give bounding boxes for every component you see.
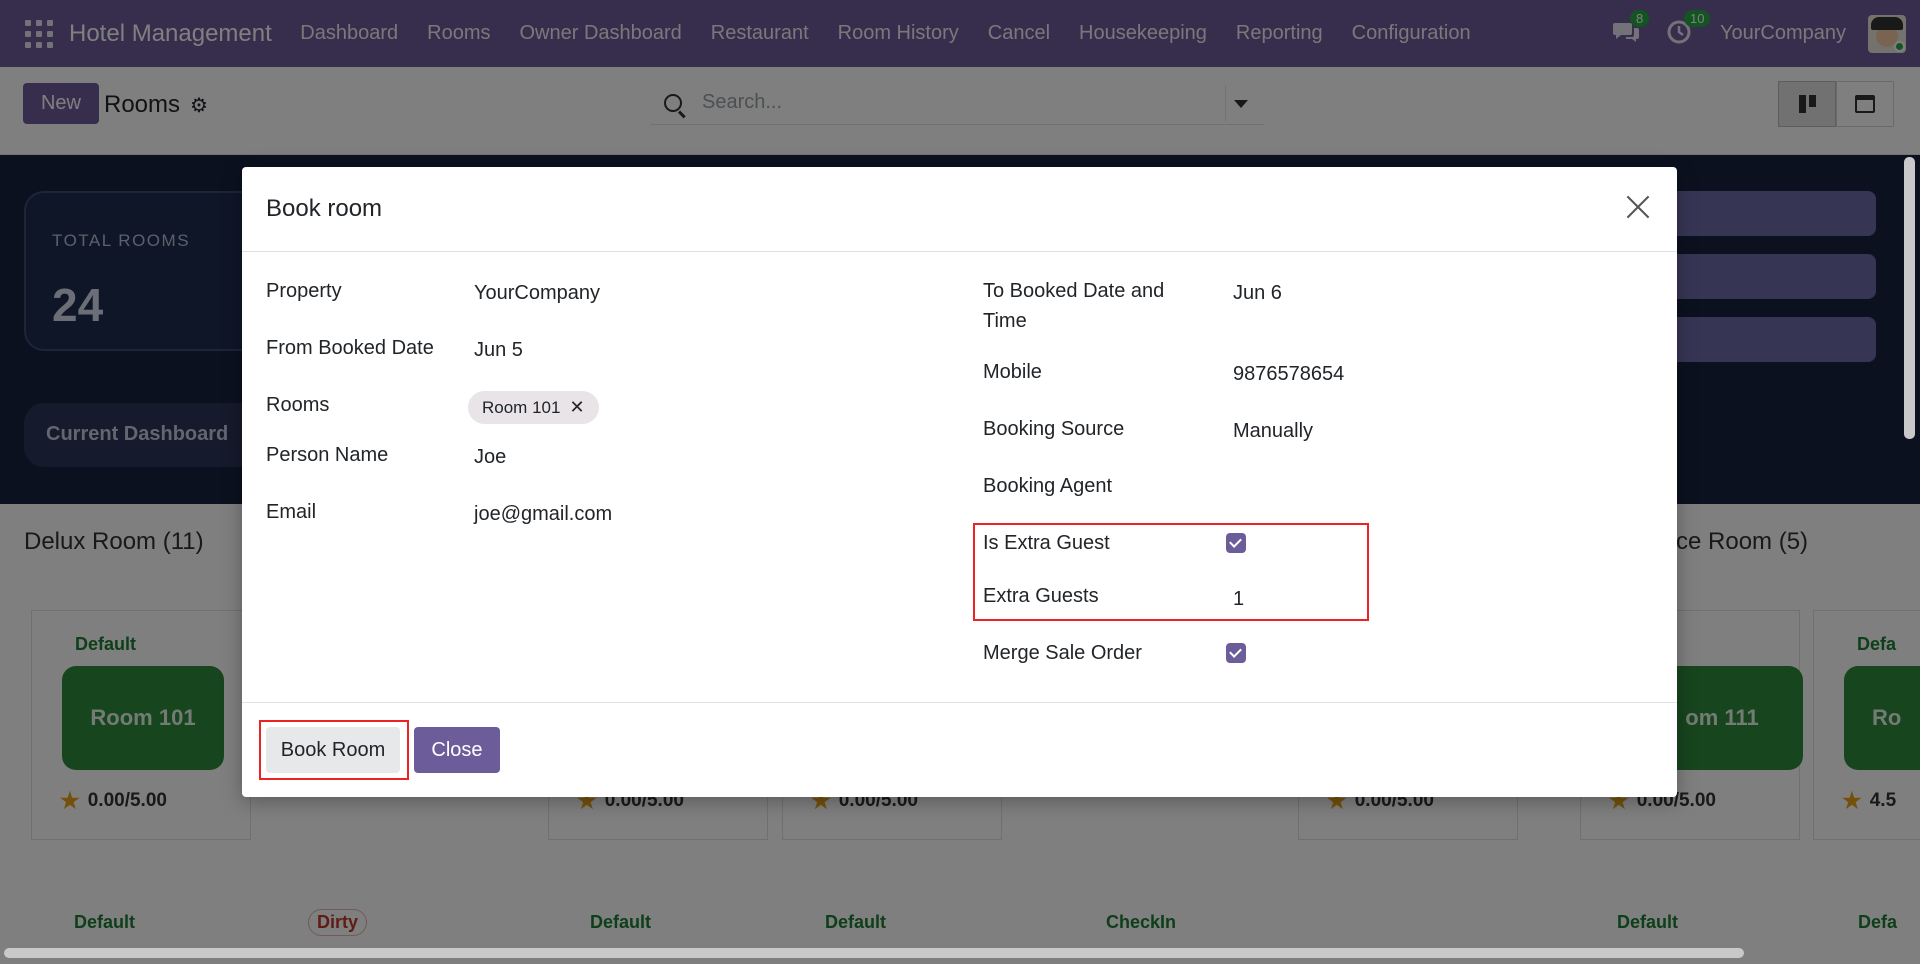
close-button[interactable]: Close — [414, 727, 500, 773]
to-date-field[interactable]: Jun 6 — [1233, 278, 1282, 308]
dialog-header: Book room — [242, 167, 1677, 252]
booking-agent-label: Booking Agent — [983, 475, 1112, 497]
merge-sale-order-checkbox[interactable] — [1226, 643, 1246, 663]
from-date-label: From Booked Date — [266, 337, 434, 359]
remove-chip-icon[interactable]: ✕ — [569, 397, 584, 418]
merge-sale-order-label: Merge Sale Order — [983, 642, 1142, 664]
mobile-field[interactable]: 9876578654 — [1233, 359, 1344, 389]
email-field[interactable]: joe@gmail.com — [474, 499, 612, 529]
email-label: Email — [266, 501, 317, 523]
booking-source-select[interactable]: Manually — [1233, 416, 1313, 446]
to-date-label: To Booked Date and Time — [983, 280, 1165, 332]
person-name-label: Person Name — [266, 444, 389, 466]
booking-agent-field[interactable] — [1233, 473, 1533, 503]
vertical-scrollbar[interactable] — [1904, 157, 1915, 439]
person-name-field[interactable]: Joe — [474, 442, 506, 472]
property-field[interactable]: YourCompany — [474, 278, 600, 308]
room-chip-label: Room 101 — [482, 397, 561, 417]
room-tag-chip: Room 101 ✕ — [468, 391, 599, 424]
mobile-label: Mobile — [983, 361, 1042, 383]
rooms-label: Rooms — [266, 394, 330, 416]
extra-guests-label: Extra Guests — [983, 585, 1099, 607]
book-room-button[interactable]: Book Room — [266, 727, 400, 773]
dialog-footer: Book Room Close — [242, 702, 1677, 797]
extra-guests-field[interactable]: 1 — [1233, 584, 1244, 614]
close-icon[interactable] — [1619, 189, 1657, 227]
dialog-title: Book room — [266, 195, 383, 222]
extra-guest-label: Is Extra Guest — [983, 532, 1110, 554]
horizontal-scrollbar[interactable] — [4, 948, 1744, 958]
property-label: Property — [266, 280, 342, 302]
from-date-field[interactable]: Jun 5 — [474, 335, 523, 365]
extra-guest-checkbox[interactable] — [1226, 533, 1246, 553]
booking-source-label: Booking Source — [983, 418, 1125, 440]
book-room-dialog: Book room Property YourCompany From Book… — [242, 167, 1677, 797]
